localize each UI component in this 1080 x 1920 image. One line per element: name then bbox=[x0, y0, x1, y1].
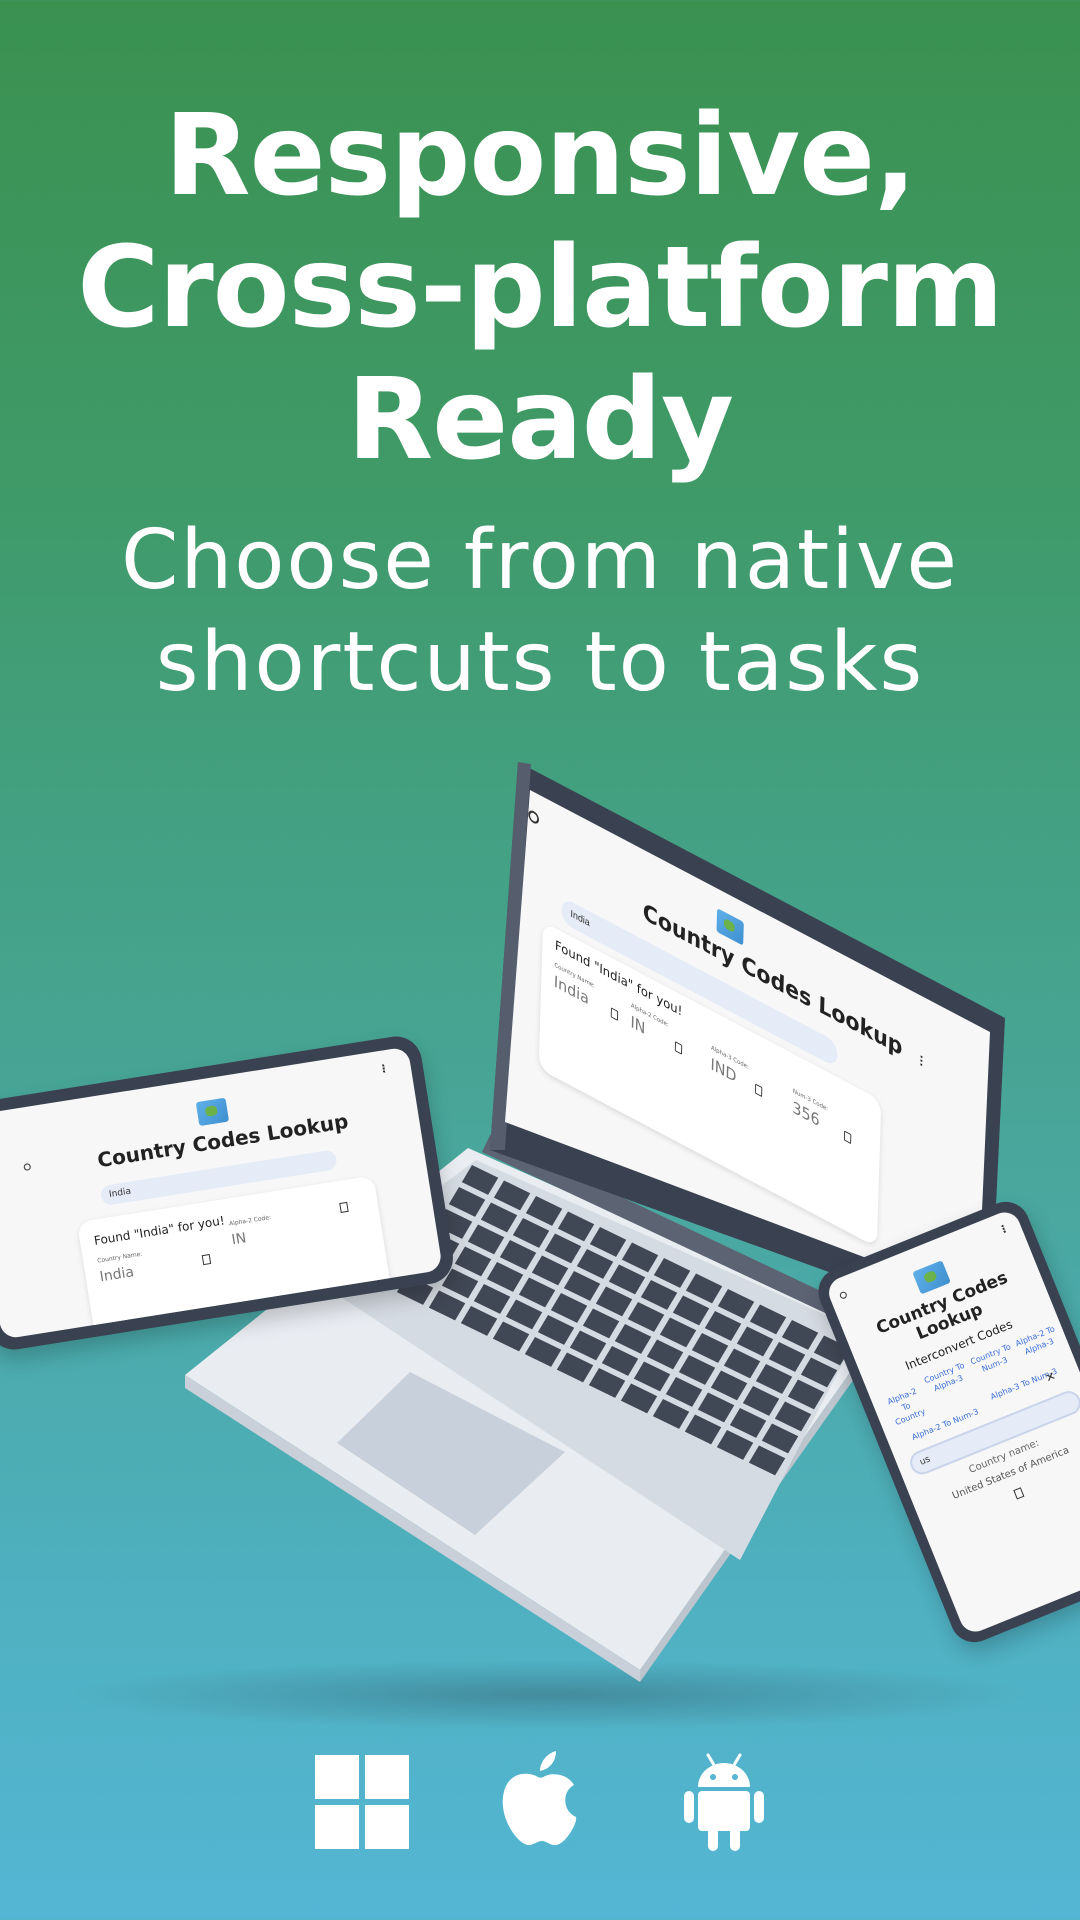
settings-icon[interactable] bbox=[23, 1162, 32, 1171]
option-country-to-alpha3[interactable]: Country To Alpha-3 bbox=[922, 1360, 971, 1397]
copy-icon[interactable] bbox=[610, 1007, 619, 1021]
search-input-value: India bbox=[570, 908, 590, 930]
alpha2-value: IN bbox=[230, 1230, 248, 1249]
app-logo-map-icon bbox=[912, 1260, 951, 1295]
search-input-value: India bbox=[108, 1186, 132, 1200]
country-name-value: India bbox=[98, 1264, 136, 1286]
alpha2-label: Alpha-2 Code: bbox=[228, 1214, 272, 1228]
android-icon bbox=[684, 1753, 764, 1851]
apple-icon bbox=[502, 1751, 577, 1846]
copy-icon[interactable] bbox=[674, 1041, 683, 1055]
copy-icon[interactable] bbox=[339, 1201, 349, 1214]
platform-icons bbox=[0, 1751, 1080, 1855]
more-options-icon[interactable] bbox=[1001, 1223, 1008, 1233]
settings-icon[interactable] bbox=[528, 808, 540, 826]
copy-icon[interactable] bbox=[754, 1083, 763, 1098]
conversion-input-value: us bbox=[918, 1454, 932, 1468]
windows-icon bbox=[315, 1755, 409, 1849]
settings-icon[interactable] bbox=[838, 1290, 848, 1300]
copy-icon[interactable] bbox=[201, 1254, 212, 1266]
copy-icon[interactable] bbox=[1013, 1487, 1025, 1500]
option-alpha2-to-country[interactable]: Alpha-2 To Country bbox=[881, 1384, 930, 1430]
app-logo-map-icon bbox=[195, 1097, 230, 1127]
result-found-text: Found "India" for you! bbox=[93, 1213, 226, 1248]
copy-icon[interactable] bbox=[843, 1130, 852, 1145]
more-options-icon[interactable] bbox=[382, 1064, 388, 1073]
option-country-to-num3[interactable]: Country To Num-3 bbox=[968, 1341, 1017, 1378]
country-name-label: Country Name: bbox=[96, 1250, 143, 1265]
more-options-icon[interactable] bbox=[920, 1055, 925, 1068]
option-alpha2-to-alpha3[interactable]: Alpha-2 To Alpha-3 bbox=[1013, 1323, 1062, 1360]
